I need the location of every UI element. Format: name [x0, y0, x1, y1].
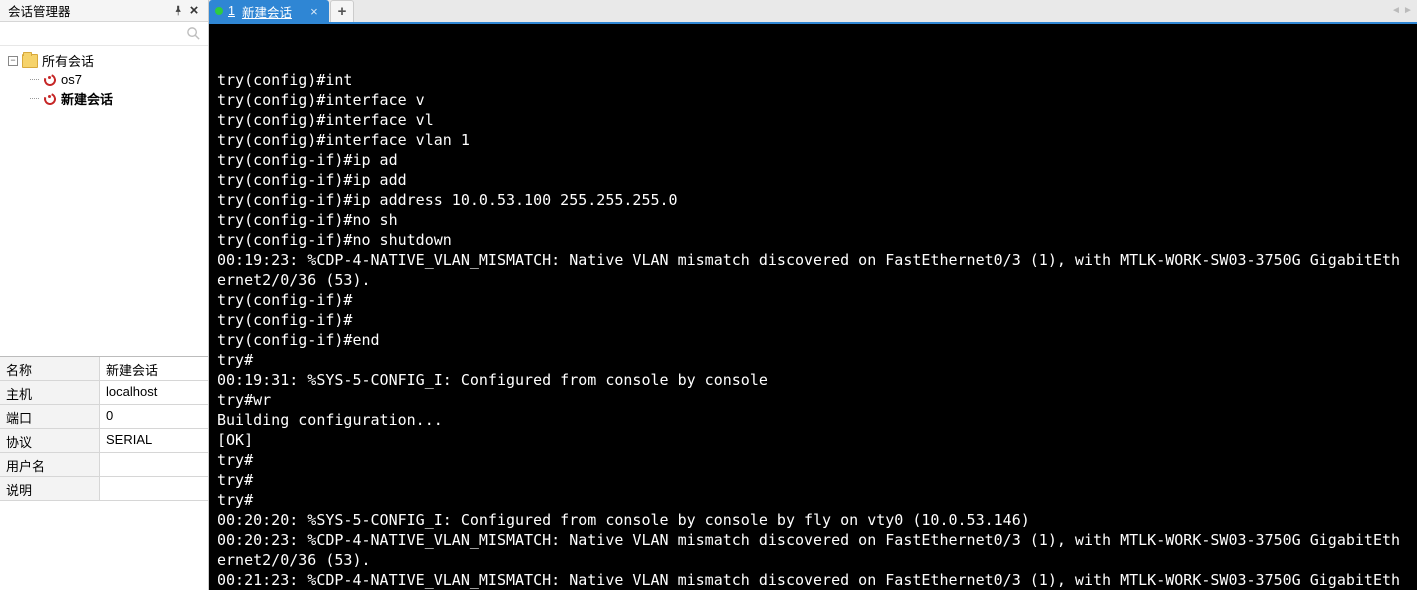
- tab-index: 1: [228, 4, 235, 18]
- session-manager-panel: 会话管理器 × − 所有会话: [0, 0, 209, 590]
- panel-header: 会话管理器 ×: [0, 0, 208, 22]
- prop-val: 新建会话: [100, 357, 208, 380]
- session-tree[interactable]: − 所有会话 os7: [0, 46, 208, 356]
- terminal[interactable]: try(config)#int try(config)#interface v …: [209, 24, 1417, 590]
- expander-icon[interactable]: −: [8, 56, 18, 66]
- folder-icon: [22, 54, 38, 68]
- tree-root-item[interactable]: − 所有会话: [6, 50, 204, 71]
- prop-key: 协议: [0, 429, 100, 452]
- prop-row-name: 名称 新建会话: [0, 357, 208, 381]
- prop-row-description: 说明: [0, 477, 208, 501]
- prop-row-username: 用户名: [0, 453, 208, 477]
- session-item-new[interactable]: 新建会话: [28, 88, 204, 109]
- terminal-output: try(config)#int try(config)#interface v …: [217, 70, 1409, 590]
- prop-val: 0: [100, 405, 208, 428]
- session-icon: [43, 92, 57, 106]
- close-panel-button[interactable]: ×: [186, 3, 202, 19]
- prop-row-port: 端口 0: [0, 405, 208, 429]
- prop-val: [100, 477, 208, 500]
- tree-root-label: 所有会话: [42, 51, 94, 70]
- tab-next-icon[interactable]: ►: [1403, 3, 1413, 17]
- prop-val: SERIAL: [100, 429, 208, 452]
- tab-active-session[interactable]: 1 新建会话 ×: [209, 0, 329, 22]
- tab-close-icon[interactable]: ×: [307, 4, 321, 18]
- session-label: 新建会话: [61, 89, 113, 108]
- prop-row-host: 主机 localhost: [0, 381, 208, 405]
- session-label: os7: [61, 72, 82, 87]
- tree-line: [30, 79, 39, 80]
- prop-val: [100, 453, 208, 476]
- tree-line: [30, 98, 39, 99]
- tab-prev-icon[interactable]: ◄: [1391, 3, 1401, 17]
- new-tab-button[interactable]: +: [330, 0, 354, 22]
- session-icon: [43, 73, 57, 87]
- prop-row-protocol: 协议 SERIAL: [0, 429, 208, 453]
- search-row: [0, 22, 208, 46]
- prop-key: 用户名: [0, 453, 100, 476]
- prop-key: 端口: [0, 405, 100, 428]
- session-item-os7[interactable]: os7: [28, 71, 204, 88]
- pin-icon[interactable]: [170, 3, 186, 19]
- prop-key: 名称: [0, 357, 100, 380]
- session-properties: 名称 新建会话 主机 localhost 端口 0 协议 SERIAL 用户名 …: [0, 356, 208, 590]
- panel-title: 会话管理器: [8, 1, 170, 20]
- main-area: 1 新建会话 × + ◄ ► try(config)#int try(confi…: [209, 0, 1417, 590]
- tab-nav: ◄ ►: [1391, 3, 1413, 17]
- prop-key: 主机: [0, 381, 100, 404]
- tab-label: 新建会话: [242, 2, 292, 21]
- prop-key: 说明: [0, 477, 100, 500]
- search-icon[interactable]: [184, 25, 202, 43]
- status-dot-icon: [215, 7, 223, 15]
- prop-val: localhost: [100, 381, 208, 404]
- tabbar: 1 新建会话 × + ◄ ►: [209, 0, 1417, 24]
